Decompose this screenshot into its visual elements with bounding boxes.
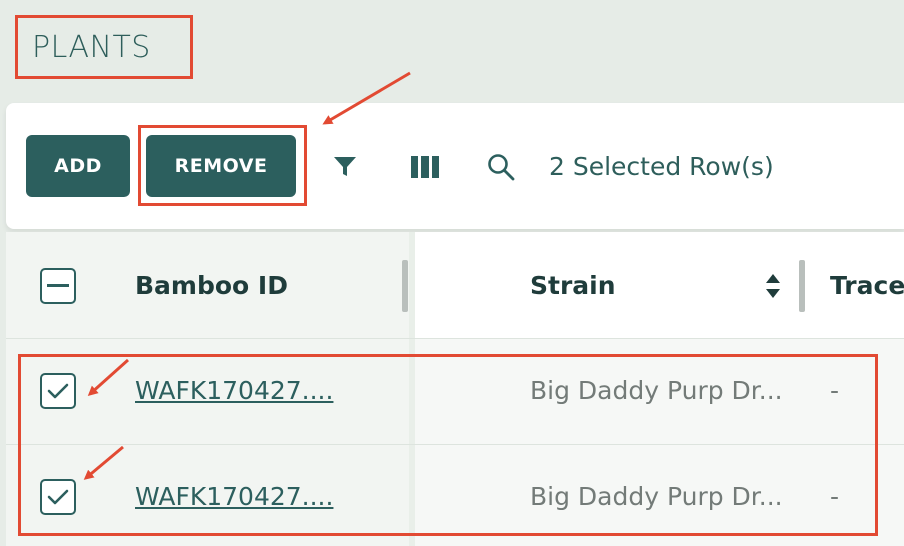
columns-icon[interactable]: [411, 153, 439, 181]
bamboo-id-link[interactable]: WAFK170427....: [135, 482, 333, 511]
remove-button[interactable]: REMOVE: [146, 135, 296, 197]
column-resize-handle[interactable]: [799, 260, 805, 312]
sort-icon[interactable]: [764, 272, 782, 304]
row-divider: [6, 338, 904, 339]
strain-cell: Big Daddy Purp Dr...: [530, 376, 783, 405]
select-all-checkbox[interactable]: [40, 268, 76, 304]
row-checkbox[interactable]: [40, 479, 76, 515]
strain-cell: Big Daddy Purp Dr...: [530, 482, 783, 511]
add-button[interactable]: ADD: [26, 135, 130, 197]
row-checkbox[interactable]: [40, 373, 76, 409]
filter-icon[interactable]: [331, 153, 359, 181]
search-icon[interactable]: [487, 153, 515, 181]
column-header-bamboo-id[interactable]: Bamboo ID: [135, 271, 288, 300]
column-header-strain[interactable]: Strain: [530, 271, 616, 300]
trace-cell: -: [830, 376, 840, 405]
column-header-trace[interactable]: Trace: [830, 271, 904, 300]
page-title: PLANTS: [32, 30, 151, 65]
selected-rows-count: 2 Selected Row(s): [549, 152, 774, 181]
trace-cell: -: [830, 482, 840, 511]
column-resize-handle[interactable]: [402, 260, 408, 312]
row-divider: [6, 444, 904, 445]
bamboo-id-link[interactable]: WAFK170427....: [135, 376, 333, 405]
